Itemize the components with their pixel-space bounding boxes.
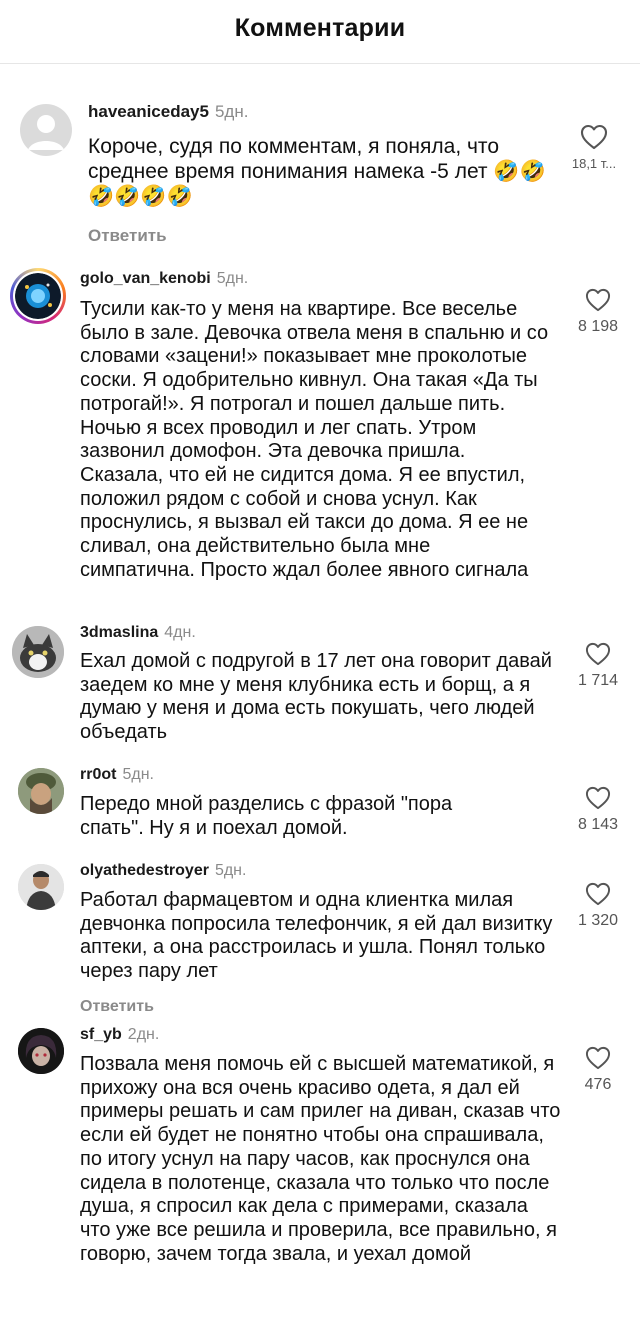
like-button[interactable]: 8 143 [568,786,628,834]
comment-text: Передо мной разделись с фразой "пора спа… [80,793,453,839]
comment-item: haveaniceday5 5дн. Короче, судя по коммен… [0,100,640,260]
heart-icon [585,1046,611,1070]
like-count: 8 143 [577,816,619,833]
comment-item: 3dmaslina 4дн. Ехал домой с подругой в 17… [0,622,640,752]
heart-icon [585,642,611,666]
comment-text: Позвала меня помочь ей с высшей математи… [80,1053,561,1265]
page-title: Комментарии [234,14,406,42]
comment-username[interactable]: olyathedestroyer 5дн. [80,862,246,880]
like-button[interactable]: 1 714 [568,642,628,690]
comment-item: rr0ot 5дн. Передо мной разделись с фразой… [0,766,640,856]
heart-icon [585,288,611,312]
like-count: 1 320 [577,912,619,929]
like-count: 476 [584,1076,612,1093]
comment-text: Тусили как-то у меня на квартире. Все ве… [80,298,549,581]
comment-username[interactable]: golo_van_kenobi 5дн. [80,270,248,288]
like-button[interactable]: 18,1 т... [564,124,624,171]
heart-icon [585,786,611,810]
comment-time: 5дн. [214,862,247,879]
man-icon [18,864,64,910]
man-avatar[interactable] [18,864,64,910]
default-avatar[interactable] [20,104,72,156]
like-button[interactable]: 1 320 [568,882,628,930]
user-silhouette-icon [28,115,64,150]
avatar-image [15,273,61,319]
header: Комментарии [0,0,640,64]
comment-text: Короче, судя по комментам, я поняла, что… [88,135,546,208]
like-count: 1 714 [577,672,619,689]
cat-icon [12,626,64,678]
comment-time: 5дн. [216,270,249,287]
comment-time: 4дн. [164,624,196,641]
comment-username[interactable]: 3dmaslina 4дн. [80,624,196,642]
cat-avatar[interactable] [12,626,64,678]
heart-icon [580,124,608,150]
comment-item: golo_van_kenobi 5дн. Тусили как-то у меня… [0,268,640,613]
like-count: 8 198 [577,318,619,335]
comment-time: 2дн. [127,1026,160,1043]
heart-icon [585,882,611,906]
story-ring-avatar[interactable] [10,268,66,324]
like-button[interactable]: 476 [568,1046,628,1094]
comment-item: sf_yb 2дн. Позвала меня помочь ей с высше… [0,1026,640,1325]
like-count: 18,1 т... [571,156,617,171]
reply-button[interactable]: Ответить [88,226,167,246]
dark-avatar[interactable] [18,1028,64,1074]
comment-item: olyathedestroyer 5дн. Работал фармацевтом… [0,862,640,1017]
anime-character-icon [18,1028,64,1074]
soldier-avatar[interactable] [18,768,64,814]
comment-time: 5дн. [214,102,249,121]
comment-time: 5дн. [122,766,154,783]
soldier-icon [18,768,64,814]
reply-button[interactable]: Ответить [80,998,154,1016]
comment-username[interactable]: haveaniceday5 5дн. [88,102,248,122]
like-button[interactable]: 8 198 [568,288,628,336]
comment-text: Ехал домой с подругой в 17 лет она говор… [80,650,552,744]
comment-text: Работал фармацевтом и одна клиентка мила… [80,889,553,983]
comment-username[interactable]: rr0ot 5дн. [80,766,154,784]
comment-username[interactable]: sf_yb 2дн. [80,1026,159,1044]
